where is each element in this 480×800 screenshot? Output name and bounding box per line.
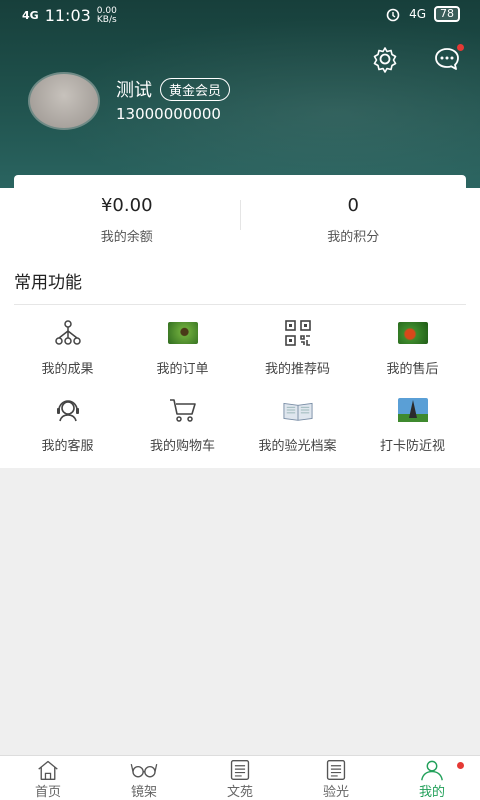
user-name: 测试 bbox=[116, 80, 152, 101]
function-label: 打卡防近视 bbox=[379, 439, 445, 454]
tab-label: 文苑 bbox=[226, 785, 253, 800]
function-achievements[interactable]: 我的成果 bbox=[10, 318, 125, 377]
function-grid: 我的成果 我的订单 我的推荐码 我的售后 我的客服 我的购物车 我的验光档案 打… bbox=[10, 318, 470, 454]
qrcode-icon bbox=[284, 320, 311, 346]
stats-card: ¥0.00 我的余额 0 我的积分 bbox=[14, 175, 466, 255]
status-bar: 4G 11:03 0.00 KB/s 4G 78 bbox=[0, 0, 480, 30]
aftersale-thumbnail bbox=[397, 322, 428, 344]
balance-label: 我的余额 bbox=[100, 230, 153, 245]
member-badge: 黄金会员 bbox=[160, 77, 231, 101]
function-label: 我的购物车 bbox=[149, 439, 215, 454]
settings-button[interactable] bbox=[370, 44, 400, 74]
notification-dot bbox=[457, 44, 464, 51]
tab-label: 镜架 bbox=[130, 785, 157, 800]
tab-mine[interactable]: 我的 bbox=[384, 756, 480, 800]
function-label: 我的成果 bbox=[41, 362, 94, 377]
order-thumbnail bbox=[167, 322, 198, 344]
person-icon bbox=[421, 760, 443, 781]
function-optometry-records[interactable]: 我的验光档案 bbox=[240, 395, 355, 454]
function-label: 我的售后 bbox=[386, 362, 439, 377]
tab-frames[interactable]: 镜架 bbox=[96, 756, 192, 800]
function-cart[interactable]: 我的购物车 bbox=[125, 395, 240, 454]
balance-value: ¥0.00 bbox=[100, 195, 153, 216]
document-icon bbox=[326, 760, 346, 780]
book-thumbnail bbox=[282, 402, 313, 421]
avatar[interactable] bbox=[28, 72, 100, 130]
points-stat[interactable]: 0 我的积分 bbox=[241, 175, 467, 255]
network-tree-icon bbox=[54, 320, 81, 345]
function-label: 我的验光档案 bbox=[258, 439, 337, 454]
battery-indicator: 78 bbox=[434, 6, 460, 22]
gear-icon bbox=[373, 47, 397, 73]
points-value: 0 bbox=[347, 195, 359, 216]
alarm-icon bbox=[386, 8, 400, 22]
function-label: 我的推荐码 bbox=[264, 362, 330, 377]
glasses-icon bbox=[130, 763, 158, 778]
network-speed: 0.00 KB/s bbox=[96, 5, 117, 25]
user-phone: 13000000000 bbox=[116, 105, 221, 123]
tower-thumbnail bbox=[397, 398, 428, 422]
function-label: 我的订单 bbox=[156, 362, 209, 377]
signal-indicator: 4G bbox=[22, 8, 39, 22]
tab-label: 我的 bbox=[418, 785, 445, 800]
tab-label: 首页 bbox=[34, 785, 61, 800]
document-icon bbox=[230, 760, 250, 780]
messages-button[interactable] bbox=[432, 44, 464, 74]
cart-icon bbox=[169, 399, 196, 422]
headset-icon bbox=[56, 400, 79, 422]
clock: 11:03 bbox=[44, 6, 91, 25]
function-customer-service[interactable]: 我的客服 bbox=[10, 395, 125, 454]
tab-home[interactable]: 首页 bbox=[0, 756, 96, 800]
home-icon bbox=[38, 760, 58, 780]
bottom-tab-bar: 首页 镜架 文苑 验光 我的 bbox=[0, 755, 480, 800]
tab-articles[interactable]: 文苑 bbox=[192, 756, 288, 800]
function-after-sales[interactable]: 我的售后 bbox=[355, 318, 470, 377]
points-label: 我的积分 bbox=[327, 230, 380, 245]
function-referral-code[interactable]: 我的推荐码 bbox=[240, 318, 355, 377]
function-myopia-checkin[interactable]: 打卡防近视 bbox=[355, 395, 470, 454]
network-type: 4G bbox=[409, 7, 426, 21]
tab-label: 验光 bbox=[322, 785, 349, 800]
section-title: 常用功能 bbox=[14, 273, 82, 293]
divider bbox=[14, 304, 466, 305]
notification-dot bbox=[457, 762, 464, 769]
tab-optometry[interactable]: 验光 bbox=[288, 756, 384, 800]
balance-stat[interactable]: ¥0.00 我的余额 bbox=[14, 175, 240, 255]
function-orders[interactable]: 我的订单 bbox=[125, 318, 240, 377]
function-label: 我的客服 bbox=[41, 439, 94, 454]
